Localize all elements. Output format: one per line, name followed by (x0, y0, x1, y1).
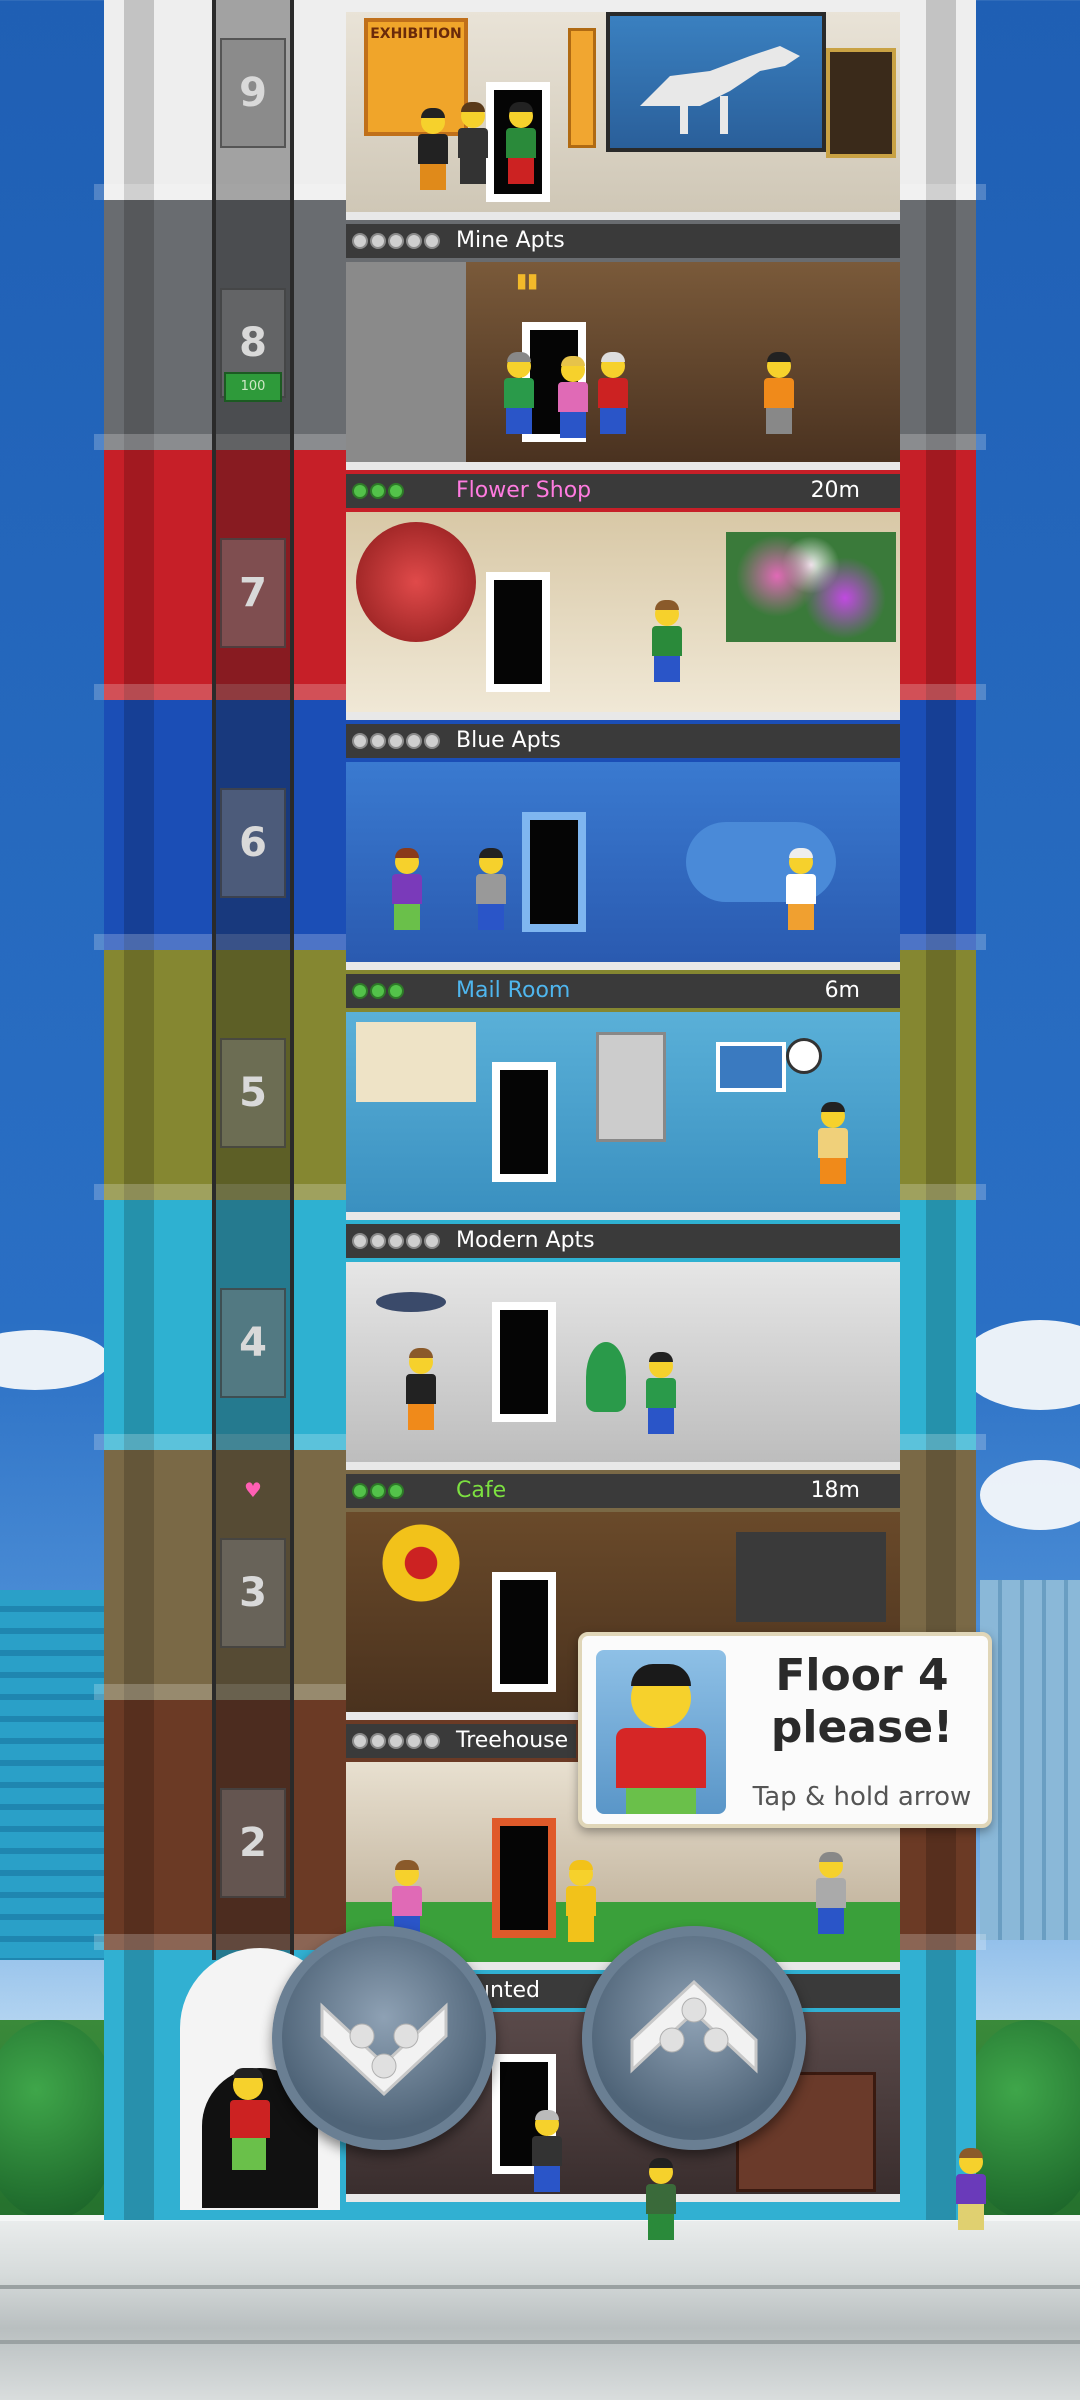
mail-board (356, 1022, 476, 1102)
door (492, 1572, 556, 1692)
tip-bill[interactable]: 100 (224, 372, 282, 402)
clock-icon (786, 1038, 822, 1074)
stock-timer: 18m (810, 1478, 860, 1503)
cloud (960, 1320, 1080, 1410)
floor-number-6: 6 (220, 788, 286, 898)
room-name: Blue Apts (456, 728, 561, 753)
star-rating (352, 1724, 442, 1758)
museum-sign (568, 28, 596, 148)
star-rating (352, 1474, 406, 1508)
cloud (980, 1460, 1080, 1530)
floor-request-dialog: Floor 4 please! Tap & hold arrow (578, 1632, 992, 1828)
minifigure[interactable] (786, 848, 816, 930)
floor-number-9: 9 (220, 38, 286, 148)
room-name: Treehouse (456, 1728, 569, 1753)
door (492, 1062, 556, 1182)
room-label-bar: Mail Room 6m (346, 974, 900, 1008)
waiting-minifigure[interactable] (230, 2068, 270, 2170)
minifigure[interactable] (956, 2148, 986, 2230)
room-name: Mine Apts (456, 228, 565, 253)
sun-decoration (376, 1518, 466, 1608)
lantern-icon: ▮▮ (516, 268, 539, 292)
floor-number-3: 3 (220, 1538, 286, 1648)
door (492, 1818, 556, 1938)
minifigure[interactable] (506, 102, 536, 184)
star-rating (352, 474, 406, 508)
heart-icon: ♥ (244, 1478, 262, 1502)
minifigure[interactable] (652, 600, 682, 682)
minifigure[interactable] (558, 356, 588, 438)
floor-number-4: 4 (220, 1288, 286, 1398)
room-name: Flower Shop (456, 478, 592, 503)
minifigure[interactable] (418, 108, 448, 190)
room-museum[interactable]: EXHIBITION (346, 12, 900, 220)
room-name: Modern Apts (456, 1228, 595, 1253)
minifigure[interactable] (392, 848, 422, 930)
minifigure[interactable] (598, 352, 628, 434)
star-rating (352, 1224, 442, 1258)
floor-number-7: 7 (220, 538, 286, 648)
floor-number-5: 5 (220, 1038, 286, 1148)
room-blue-apts[interactable] (346, 762, 900, 970)
dinosaur-display (606, 12, 826, 152)
room-modern-apts[interactable] (346, 1262, 900, 1470)
room-label-bar: Treehouse (346, 1724, 576, 1758)
dialog-hint: Tap & hold arrow (752, 1782, 972, 1812)
floor-number-2: 2 (220, 1788, 286, 1898)
elevator-down-button[interactable] (272, 1926, 496, 2150)
minifigure[interactable] (646, 2158, 676, 2240)
minifigure[interactable] (458, 102, 488, 184)
minifigure[interactable] (504, 352, 534, 434)
sidewalk-line (0, 2285, 1080, 2289)
background-building (980, 1580, 1080, 1940)
flower-display (726, 532, 896, 642)
stock-timer: 6m (824, 978, 860, 1003)
sidewalk-line (0, 2340, 1080, 2344)
room-label-bar: Blue Apts (346, 724, 900, 758)
minifigure[interactable] (406, 1348, 436, 1430)
cloud (0, 1330, 110, 1390)
minifigure[interactable] (764, 352, 794, 434)
room-name: Cafe (456, 1478, 507, 1503)
rock-wall (346, 262, 466, 462)
exhibition-poster: EXHIBITION (364, 18, 468, 136)
sidewalk (0, 2215, 1080, 2400)
stock-timer: 20m (810, 478, 860, 503)
minifigure[interactable] (818, 1102, 848, 1184)
door (522, 812, 586, 932)
coffee-machine (736, 1532, 886, 1622)
room-label-bar: Cafe 18m (346, 1474, 900, 1508)
window (716, 1042, 786, 1092)
dialog-title: Floor 4 please! (770, 1650, 954, 1753)
star-rating (352, 724, 442, 758)
room-label-bar: Mine Apts (346, 224, 900, 258)
elevator-up-button[interactable] (582, 1926, 806, 2150)
minifigure[interactable] (566, 1860, 596, 1942)
room-label-bar: Modern Apts (346, 1224, 900, 1258)
chevron-down-icon (320, 2002, 448, 2097)
room-name: Mail Room (456, 978, 571, 1003)
flower-display (356, 522, 476, 642)
room-mine-apts[interactable]: ▮▮ (346, 262, 900, 470)
minifigure[interactable] (532, 2110, 562, 2192)
door (492, 1302, 556, 1422)
filing-cabinet (596, 1032, 666, 1142)
room-label-bar: Flower Shop 20m (346, 474, 900, 508)
minifigure[interactable] (816, 1852, 846, 1934)
star-rating (352, 974, 406, 1008)
minifigure[interactable] (646, 1352, 676, 1434)
lamp (376, 1292, 446, 1312)
portrait-frame (826, 48, 896, 158)
chevron-up-icon (630, 1979, 758, 2074)
plant (586, 1342, 626, 1412)
room-flower-shop[interactable] (346, 512, 900, 720)
door (486, 572, 550, 692)
room-mail-room[interactable] (346, 1012, 900, 1220)
star-rating (352, 224, 442, 258)
minifigure[interactable] (476, 848, 506, 930)
passenger-portrait (596, 1650, 726, 1814)
